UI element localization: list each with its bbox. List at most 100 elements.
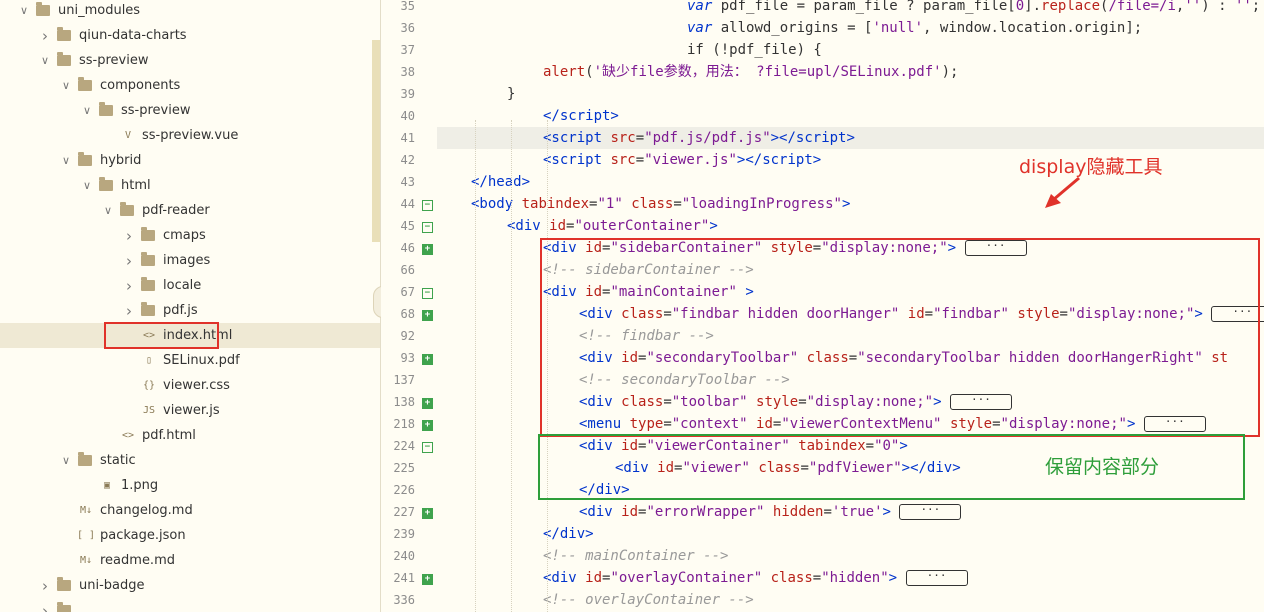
- tree-item[interactable]: uni_modules: [0, 0, 380, 23]
- tree-item[interactable]: components: [0, 73, 380, 98]
- expand-fold-icon[interactable]: +: [422, 420, 433, 431]
- folder-icon: [57, 27, 71, 41]
- tree-item[interactable]: ▯ SELinux.pdf: [0, 348, 380, 373]
- tree-item[interactable]: [0, 598, 380, 612]
- code-line[interactable]: <!-- overlayContainer -->: [437, 589, 1264, 611]
- line-number: 40: [400, 109, 415, 123]
- folder-icon: [78, 452, 92, 466]
- chevron-right-icon[interactable]: [39, 602, 51, 612]
- expand-fold-icon[interactable]: +: [422, 574, 433, 585]
- line-number: 226: [393, 483, 415, 497]
- chevron-right-icon[interactable]: [123, 302, 135, 320]
- line-number: 44: [400, 197, 415, 211]
- line-number: 336: [393, 593, 415, 607]
- tree-item[interactable]: cmaps: [0, 223, 380, 248]
- folder-icon: [99, 102, 113, 116]
- md-file-icon: M↓: [79, 505, 93, 516]
- expand-fold-icon[interactable]: +: [422, 398, 433, 409]
- arrow-icon: [1045, 176, 1080, 208]
- expand-fold-icon[interactable]: +: [422, 508, 433, 519]
- folder-icon: [78, 152, 92, 166]
- folder-icon: [36, 2, 50, 16]
- chevron-down-icon[interactable]: [18, 4, 30, 17]
- folded-code-badge[interactable]: ···: [905, 570, 968, 586]
- tree-item[interactable]: <> pdf.html: [0, 423, 380, 448]
- tree-item[interactable]: ss-preview: [0, 98, 380, 123]
- selected-file-highlight: [104, 322, 219, 349]
- chevron-down-icon[interactable]: [60, 154, 72, 167]
- code-line[interactable]: var pdf_file = param_file ? param_file[0…: [437, 0, 1264, 17]
- tree-item-label: ss-preview: [121, 103, 191, 118]
- tree-item[interactable]: pdf.js: [0, 298, 380, 323]
- tree-item[interactable]: hybrid: [0, 148, 380, 173]
- code-line[interactable]: if (!pdf_file) {: [437, 39, 1264, 61]
- code-line[interactable]: <!-- mainContainer -->: [437, 545, 1264, 567]
- tree-item[interactable]: pdf-reader: [0, 198, 380, 223]
- line-number: 68: [400, 307, 415, 321]
- collapse-fold-icon[interactable]: −: [422, 288, 433, 299]
- chevron-right-icon[interactable]: [123, 252, 135, 270]
- tree-item-label: html: [121, 178, 151, 193]
- code-line[interactable]: <body tabindex="1" class="loadingInProgr…: [437, 193, 1264, 215]
- tree-item[interactable]: static: [0, 448, 380, 473]
- file-tree-panel: uni_modules qiun-data-charts ss-preview com…: [0, 0, 381, 612]
- tree-item[interactable]: {} viewer.css: [0, 373, 380, 398]
- folder-icon: [120, 202, 134, 216]
- folded-code-badge[interactable]: ···: [899, 504, 962, 520]
- chevron-right-icon[interactable]: [123, 277, 135, 295]
- tree-item[interactable]: qiun-data-charts: [0, 23, 380, 48]
- file-file-icon: ▯: [145, 355, 153, 366]
- tree-item-label: components: [100, 78, 181, 93]
- line-number: 239: [393, 527, 415, 541]
- tree-item[interactable]: locale: [0, 273, 380, 298]
- folder-icon: [141, 302, 155, 316]
- code-line[interactable]: <div id="outerContainer">: [437, 215, 1264, 237]
- indent-guide: [511, 120, 512, 612]
- tree-item-label: static: [100, 453, 136, 468]
- code-line[interactable]: </script>: [437, 105, 1264, 127]
- tree-item[interactable]: ss-preview: [0, 48, 380, 73]
- tree-item[interactable]: uni-badge: [0, 573, 380, 598]
- code-line[interactable]: <div id="errorWrapper" hidden='true'> ··…: [437, 501, 1264, 523]
- code-editor[interactable]: 35 var pdf_file = param_file ? param_file…: [381, 0, 1264, 612]
- chevron-down-icon[interactable]: [39, 54, 51, 67]
- code-line[interactable]: alert('缺少file参数，用法： ?file=upl/SELinux.pd…: [437, 61, 1264, 83]
- chevron-down-icon[interactable]: [60, 79, 72, 92]
- code-line[interactable]: }: [437, 83, 1264, 105]
- line-number: 225: [393, 461, 415, 475]
- collapse-fold-icon[interactable]: −: [422, 200, 433, 211]
- code-line[interactable]: <div id="overlayContainer" class="hidden…: [437, 567, 1264, 589]
- json-file-icon: [ ]: [76, 530, 96, 541]
- tree-item[interactable]: ▣ 1.png: [0, 473, 380, 498]
- folder-icon: [141, 252, 155, 266]
- chevron-right-icon[interactable]: [39, 577, 51, 595]
- line-number: 35: [400, 0, 415, 13]
- tree-item[interactable]: Vss-preview.vue: [0, 123, 380, 148]
- tree-item[interactable]: [ ] package.json: [0, 523, 380, 548]
- tree-item[interactable]: images: [0, 248, 380, 273]
- tree-item[interactable]: M↓ readme.md: [0, 548, 380, 573]
- code-line[interactable]: var allowd_origins = ['null', window.loc…: [437, 17, 1264, 39]
- img-file-icon: ▣: [103, 480, 111, 491]
- chevron-right-icon[interactable]: [123, 227, 135, 245]
- tree-scrollbar[interactable]: [372, 40, 380, 242]
- tree-item[interactable]: html: [0, 173, 380, 198]
- line-number: 46: [400, 241, 415, 255]
- js-file-icon: JS: [142, 405, 156, 416]
- expand-fold-icon[interactable]: +: [422, 354, 433, 365]
- code-line[interactable]: <script src="pdf.js/pdf.js"></script>: [437, 127, 1264, 149]
- chevron-down-icon[interactable]: [102, 204, 114, 217]
- chevron-down-icon[interactable]: [81, 179, 93, 192]
- tree-item[interactable]: M↓ changelog.md: [0, 498, 380, 523]
- chevron-right-icon[interactable]: [39, 27, 51, 45]
- collapse-fold-icon[interactable]: −: [422, 442, 433, 453]
- code-line[interactable]: </div>: [437, 523, 1264, 545]
- line-number: 66: [400, 263, 415, 277]
- chevron-down-icon[interactable]: [60, 454, 72, 467]
- collapse-fold-icon[interactable]: −: [422, 222, 433, 233]
- line-number: 137: [393, 373, 415, 387]
- chevron-down-icon[interactable]: [81, 104, 93, 117]
- expand-fold-icon[interactable]: +: [422, 310, 433, 321]
- expand-fold-icon[interactable]: +: [422, 244, 433, 255]
- tree-item[interactable]: JS viewer.js: [0, 398, 380, 423]
